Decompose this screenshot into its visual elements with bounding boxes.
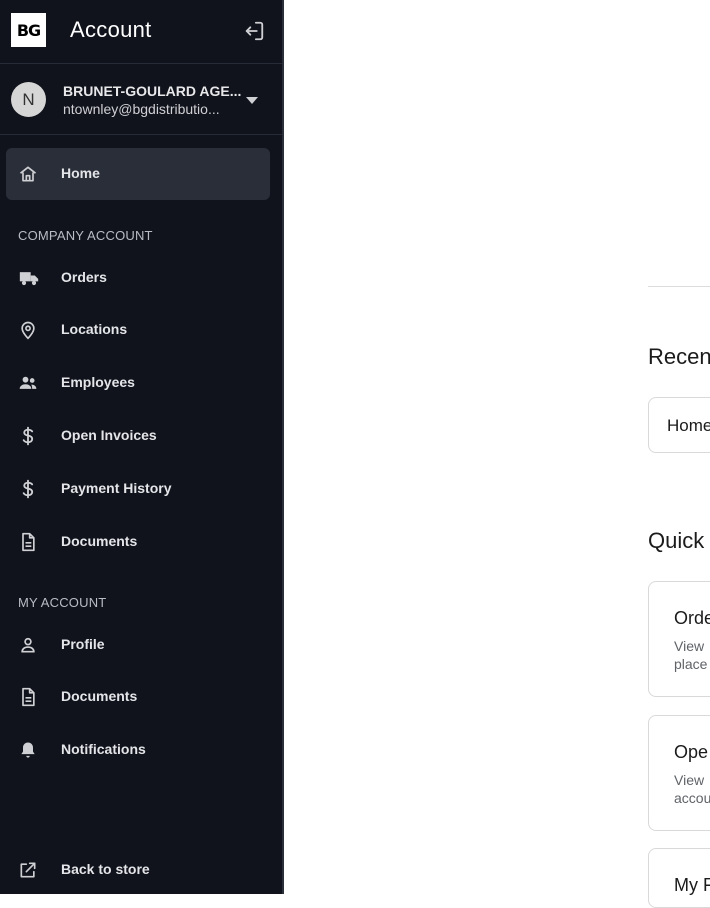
document-icon: [18, 687, 38, 707]
nav-label: Notifications: [61, 741, 146, 757]
external-link-icon: [18, 860, 38, 880]
nav-item-notifications[interactable]: Notifications: [6, 724, 270, 776]
quick-card-desc: accou: [674, 790, 710, 806]
nav-item-orders[interactable]: Orders: [6, 252, 270, 304]
people-icon: [18, 373, 38, 393]
nav-item-profile[interactable]: Profile: [6, 619, 270, 671]
nav-label: Locations: [61, 321, 128, 337]
quick-card-desc: View: [674, 772, 705, 788]
nav-label: Documents: [61, 688, 138, 704]
recent-item-card[interactable]: Home: [648, 397, 710, 453]
nav-item-home[interactable]: Home: [6, 148, 270, 200]
sidebar: BG Account N BRUNET-GOULARD AGE... ntown…: [0, 0, 284, 894]
truck-icon: [18, 268, 39, 288]
nav-label: Orders: [61, 269, 107, 285]
nav-label: Documents: [61, 533, 138, 549]
page-title: Account: [70, 17, 152, 42]
nav-item-open-invoices[interactable]: Open Invoices: [6, 410, 270, 462]
account-email: ntownley@bgdistributio...: [63, 101, 220, 117]
home-icon: [18, 164, 38, 184]
quick-links-heading: Quick: [648, 528, 705, 553]
quick-card-profile[interactable]: My F: [648, 848, 710, 908]
nav-item-payment-history[interactable]: Payment History: [6, 463, 270, 515]
quick-card-desc: View: [674, 638, 705, 654]
sidebar-header: BG Account: [0, 0, 282, 64]
quick-card-open-invoices[interactable]: Ope View accou: [648, 715, 710, 831]
nav-label: Back to store: [61, 861, 150, 877]
nav-item-employees[interactable]: Employees: [6, 357, 270, 409]
quick-card-title: Ope: [674, 742, 709, 762]
nav-item-company-documents[interactable]: Documents: [6, 516, 270, 568]
person-icon: [18, 635, 38, 655]
nav-item-my-documents[interactable]: Documents: [6, 671, 270, 723]
quick-card-title: Orde: [674, 608, 710, 628]
nav-label: Payment History: [61, 480, 172, 496]
chevron-down-icon[interactable]: [246, 97, 258, 104]
divider: [648, 286, 710, 287]
dollar-icon: [18, 479, 38, 499]
brand-logo[interactable]: BG: [11, 13, 46, 47]
account-name: BRUNET-GOULARD AGE...: [63, 83, 242, 99]
account-switcher[interactable]: N BRUNET-GOULARD AGE... ntownley@bgdistr…: [0, 65, 282, 135]
section-company-account: COMPANY ACCOUNT: [18, 228, 153, 243]
quick-card-title: My F: [674, 875, 710, 895]
quick-card-desc: place: [674, 656, 708, 672]
nav-item-back-to-store[interactable]: Back to store: [6, 844, 270, 896]
section-my-account: MY ACCOUNT: [18, 595, 107, 610]
nav-label: Home: [61, 165, 100, 181]
nav-label: Open Invoices: [61, 427, 157, 443]
location-pin-icon: [18, 320, 38, 340]
recent-heading: Recent: [648, 344, 710, 369]
quick-card-orders[interactable]: Orde View place: [648, 581, 710, 697]
logout-icon[interactable]: [243, 20, 265, 42]
nav-item-locations[interactable]: Locations: [6, 304, 270, 356]
nav-label: Employees: [61, 374, 135, 390]
document-icon: [18, 532, 38, 552]
avatar: N: [11, 82, 46, 117]
dollar-icon: [18, 426, 38, 446]
nav-label: Profile: [61, 636, 105, 652]
bell-icon: [18, 740, 38, 760]
logo-text: BG: [16, 20, 41, 40]
recent-item-label: Home: [667, 416, 710, 435]
